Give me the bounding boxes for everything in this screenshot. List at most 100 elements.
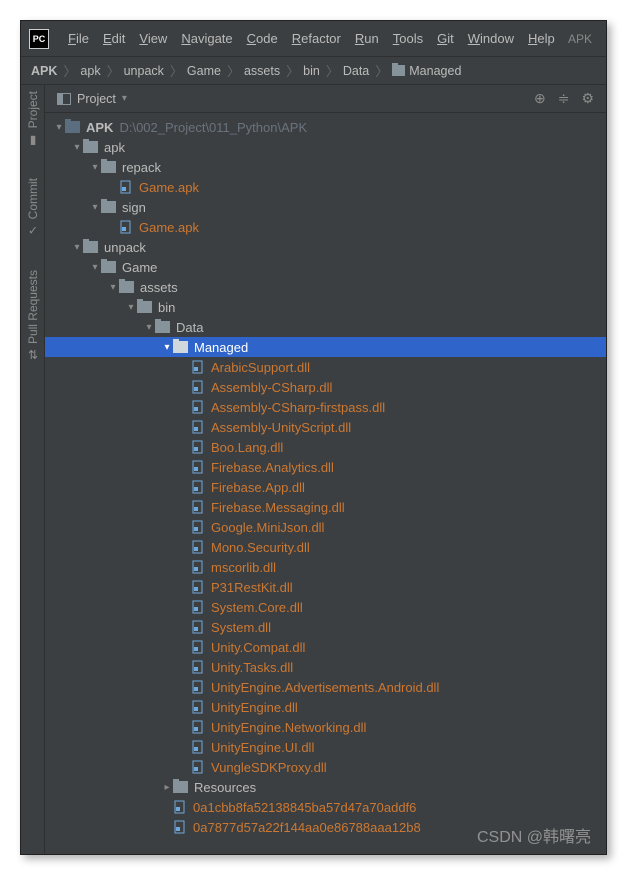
tree-item-label: UnityEngine.UI.dll — [211, 740, 314, 755]
crumb-sep-icon: 〉 — [227, 61, 240, 80]
crumb-assets[interactable]: assets — [244, 64, 280, 78]
file-icon — [191, 560, 205, 574]
tree-folder[interactable]: ▾apk — [45, 137, 606, 157]
tree-folder[interactable]: System.Core.dll — [45, 597, 606, 617]
folder-icon — [392, 65, 405, 76]
tree-folder[interactable]: Assembly-CSharp-firstpass.dll — [45, 397, 606, 417]
tree-folder[interactable]: P31RestKit.dll — [45, 577, 606, 597]
tree-folder[interactable]: ▾ repack — [45, 157, 606, 177]
crumb-unpack[interactable]: unpack — [124, 64, 164, 78]
crumb-sep-icon: 〉 — [375, 61, 388, 80]
tree-item-label: Boo.Lang.dll — [211, 440, 283, 455]
locate-icon[interactable]: ⊕ — [534, 90, 546, 107]
chevron-down-icon[interactable]: ▾ — [53, 122, 65, 133]
left-gutter: ▮ Project ✓ Commit ⇅ Pull Requests — [21, 85, 45, 854]
chevron-down-icon[interactable]: ▾ — [107, 282, 119, 293]
tree-item-label: UnityEngine.dll — [211, 700, 298, 715]
file-icon — [191, 360, 205, 374]
titlebar-project-name: APK — [568, 32, 598, 46]
menu-tools[interactable]: Tools — [386, 27, 430, 50]
menu-view[interactable]: View — [132, 27, 174, 50]
menu-navigate[interactable]: Navigate — [174, 27, 239, 50]
gutter-pull-requests[interactable]: ⇅ Pull Requests — [26, 270, 40, 362]
tree-folder[interactable]: UnityEngine.UI.dll — [45, 737, 606, 757]
tree-folder[interactable]: ArabicSupport.dll — [45, 357, 606, 377]
tree-folder[interactable]: Boo.Lang.dll — [45, 437, 606, 457]
tree-item-label: repack — [122, 160, 161, 175]
menu-run[interactable]: Run — [348, 27, 386, 50]
chevron-down-icon[interactable]: ▾ — [89, 202, 101, 213]
file-icon — [191, 600, 205, 614]
menu-refactor[interactable]: Refactor — [285, 27, 348, 50]
tree-folder[interactable]: Firebase.App.dll — [45, 477, 606, 497]
chevron-right-icon[interactable]: ▸ — [161, 782, 173, 793]
tree-folder[interactable]: Mono.Security.dll — [45, 537, 606, 557]
menu-code[interactable]: Code — [240, 27, 285, 50]
panel-tools: ⊕ ≑ ⚙ — [534, 90, 600, 107]
folder-icon — [101, 261, 116, 273]
crumb-bin[interactable]: bin — [303, 64, 320, 78]
tree-folder[interactable]: Google.MiniJson.dll — [45, 517, 606, 537]
tree-item-label: Firebase.Analytics.dll — [211, 460, 334, 475]
tree-folder[interactable]: Assembly-UnityScript.dll — [45, 417, 606, 437]
collapse-icon[interactable]: ≑ — [558, 90, 570, 107]
tree-folder[interactable]: mscorlib.dll — [45, 557, 606, 577]
pr-icon: ⇅ — [26, 348, 40, 362]
menu-window[interactable]: Window — [461, 27, 521, 50]
chevron-down-icon[interactable]: ▾ — [89, 162, 101, 173]
tree-folder[interactable]: System.dll — [45, 617, 606, 637]
gutter-pr-label: Pull Requests — [26, 270, 40, 344]
tree-folder[interactable]: ▾assets — [45, 277, 606, 297]
menu-git[interactable]: Git — [430, 27, 461, 50]
chevron-down-icon[interactable]: ▾ — [125, 302, 137, 313]
tree-folder[interactable]: Unity.Compat.dll — [45, 637, 606, 657]
gutter-project-label: Project — [26, 91, 40, 128]
chevron-down-icon[interactable]: ▾ — [71, 142, 83, 153]
tree-folder[interactable]: ▾bin — [45, 297, 606, 317]
tree-folder[interactable]: Firebase.Analytics.dll — [45, 457, 606, 477]
tree-folder[interactable]: 0a1cbb8fa52138845ba57d47a70addf6 — [45, 797, 606, 817]
chevron-down-icon[interactable]: ▾ — [143, 322, 155, 333]
tree-folder[interactable]: ▾sign — [45, 197, 606, 217]
crumb-sep-icon: 〉 — [286, 61, 299, 80]
crumb-sep-icon: 〉 — [63, 61, 76, 80]
tree-folder[interactable]: 0a7877d57a22f144aa0e86788aaa12b8 — [45, 817, 606, 837]
chevron-down-icon[interactable]: ▾ — [89, 262, 101, 273]
tree-folder[interactable]: Game.apk — [45, 177, 606, 197]
tree-folder[interactable]: UnityEngine.Networking.dll — [45, 717, 606, 737]
gutter-commit[interactable]: ✓ Commit — [26, 178, 40, 237]
menu-help[interactable]: Help — [521, 27, 562, 50]
folder-icon — [101, 161, 116, 173]
project-view-selector[interactable]: Project ▾ — [51, 90, 133, 108]
tree-folder[interactable]: Firebase.Messaging.dll — [45, 497, 606, 517]
crumb-sep-icon: 〉 — [326, 61, 339, 80]
crumb-apk[interactable]: APK — [31, 64, 57, 78]
settings-icon[interactable]: ⚙ — [581, 90, 594, 107]
chevron-down-icon[interactable]: ▾ — [161, 342, 173, 353]
tree-item-label: Data — [176, 320, 203, 335]
crumb-apk[interactable]: apk — [80, 64, 100, 78]
tree-folder[interactable]: Game.apk — [45, 217, 606, 237]
tree-item-label: mscorlib.dll — [211, 560, 276, 575]
menu-file[interactable]: File — [61, 27, 96, 50]
tree-folder[interactable]: ▾Game — [45, 257, 606, 277]
tree-folder[interactable]: Assembly-CSharp.dll — [45, 377, 606, 397]
gutter-project[interactable]: ▮ Project — [26, 91, 40, 146]
crumb-data[interactable]: Data — [343, 64, 369, 78]
project-tree[interactable]: ▾APKD:\002_Project\011_Python\APK▾apk▾re… — [45, 113, 606, 854]
tree-folder[interactable]: ▾unpack — [45, 237, 606, 257]
menu-edit[interactable]: Edit — [96, 27, 132, 50]
tree-folder[interactable]: ▾APKD:\002_Project\011_Python\APK — [45, 117, 606, 137]
tree-folder[interactable]: UnityEngine.Advertisements.Android.dll — [45, 677, 606, 697]
tree-folder[interactable]: UnityEngine.dll — [45, 697, 606, 717]
tree-folder[interactable]: VungleSDKProxy.dll — [45, 757, 606, 777]
file-icon — [191, 520, 205, 534]
tree-folder[interactable]: ▸Resources — [45, 777, 606, 797]
chevron-down-icon[interactable]: ▾ — [71, 242, 83, 253]
crumb-game[interactable]: Game — [187, 64, 221, 78]
tree-folder[interactable]: Unity.Tasks.dll — [45, 657, 606, 677]
tree-item-label: VungleSDKProxy.dll — [211, 760, 327, 775]
tree-folder[interactable]: ▾ Data — [45, 317, 606, 337]
tree-folder[interactable]: ▾Managed — [45, 337, 606, 357]
crumb-managed[interactable]: Managed — [392, 64, 461, 78]
